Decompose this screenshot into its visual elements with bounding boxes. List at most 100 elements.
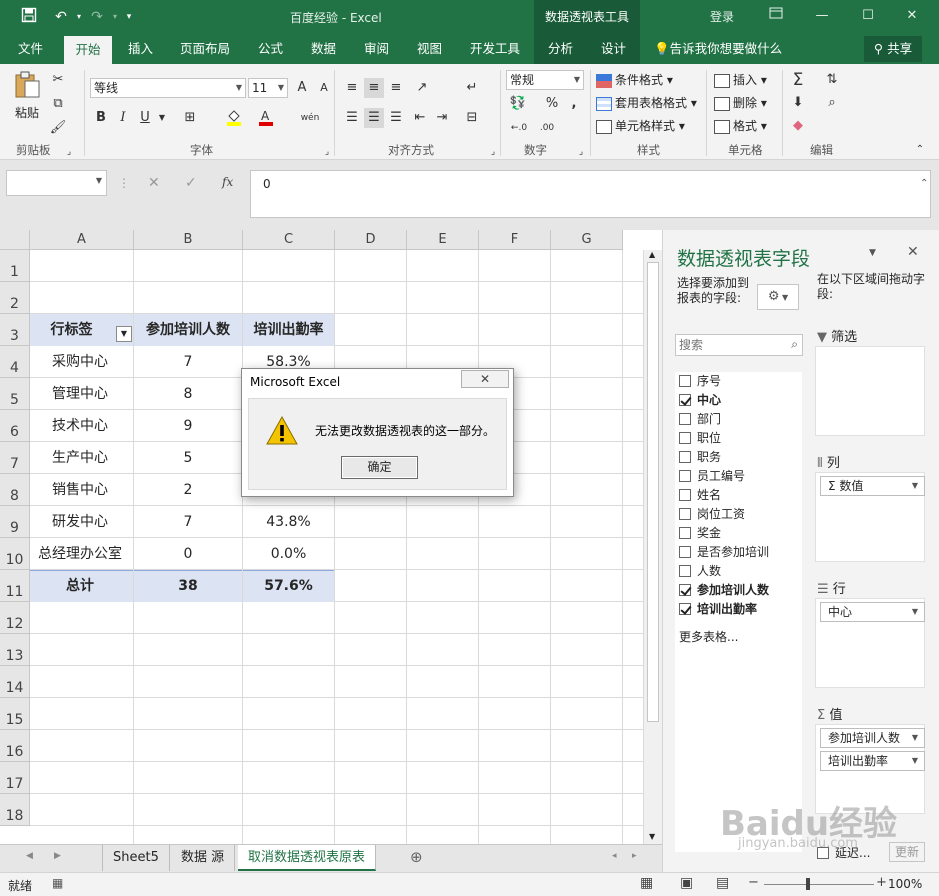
paste-button[interactable]: 粘贴 [10, 70, 44, 120]
scroll-up-icon[interactable]: ▲ [649, 250, 655, 259]
tab-page-layout[interactable]: 页面布局 [174, 34, 236, 64]
field-checkbox[interactable] [679, 565, 691, 577]
row-header-3[interactable]: 3 [0, 314, 30, 346]
pivot-data-cell[interactable]: 生产中心 [30, 442, 133, 474]
maximize-icon[interactable]: ☐ [857, 6, 879, 26]
rows-zone[interactable]: 中心 ▼ [815, 598, 925, 688]
share-button[interactable]: ⚲ 共享 [864, 36, 922, 62]
tab-analyze[interactable]: 分析 [534, 34, 587, 64]
row-header-12[interactable]: 12 [0, 602, 30, 634]
format-painter-icon[interactable]: 🖌 [48, 118, 68, 138]
column-header-f[interactable]: F [479, 230, 551, 250]
pivot-data-cell[interactable]: 7 [134, 346, 242, 378]
columns-chip-values[interactable]: Σ 数值 ▼ [820, 476, 925, 496]
ok-button[interactable]: 确定 [341, 456, 418, 479]
wrap-text-icon[interactable]: ↵ [462, 78, 482, 98]
pivot-data-cell[interactable]: 总经理办公室 [30, 538, 133, 570]
row-header-9[interactable]: 9 [0, 506, 30, 538]
filters-zone[interactable] [815, 346, 925, 436]
update-button[interactable]: 更新 [889, 842, 925, 862]
increase-decimal-icon[interactable]: ←.0 [506, 118, 532, 138]
row-labels-filter-button[interactable]: ▼ [116, 326, 132, 342]
field-search-box[interactable]: ⌕ [675, 334, 803, 356]
pivot-data-cell[interactable]: 2 [134, 474, 242, 506]
save-icon[interactable] [18, 7, 40, 27]
pivot-data-cell[interactable]: 5 [134, 442, 242, 474]
field-checkbox[interactable] [679, 603, 691, 615]
scroll-down-icon[interactable]: ▼ [649, 832, 655, 841]
page-break-view-icon[interactable]: ▤ [716, 875, 729, 891]
align-bottom-icon[interactable]: ≡ [386, 78, 406, 98]
italic-icon[interactable]: I [113, 108, 133, 128]
align-top-icon[interactable]: ≡ [342, 78, 362, 98]
columns-zone[interactable]: Σ 数值 ▼ [815, 472, 925, 562]
field-checkbox[interactable] [679, 489, 691, 501]
select-all-corner[interactable] [0, 230, 30, 250]
pivot-data-cell[interactable]: 销售中心 [30, 474, 133, 506]
field-item[interactable]: 姓名 [679, 486, 721, 505]
fill-icon[interactable]: ⬇ [788, 93, 808, 113]
copy-icon[interactable]: ⧉ [48, 94, 68, 114]
pivot-total-cell[interactable]: 57.6% [243, 570, 334, 602]
zoom-level[interactable]: 100% [888, 877, 922, 891]
login-link[interactable]: 登录 [710, 8, 734, 25]
shrink-font-icon[interactable]: A [314, 78, 334, 98]
field-item[interactable]: 职位 [679, 429, 721, 448]
field-item[interactable]: 员工编号 [679, 467, 745, 486]
rows-chip-center[interactable]: 中心 ▼ [820, 602, 925, 622]
pivot-data-cell[interactable]: 采购中心 [30, 346, 133, 378]
field-checkbox[interactable] [679, 470, 691, 482]
zoom-slider-track[interactable] [764, 884, 874, 885]
row-header-4[interactable]: 4 [0, 346, 30, 378]
font-name-combo[interactable]: 等线 ▼ [90, 78, 246, 98]
row-header-16[interactable]: 16 [0, 730, 30, 762]
tab-developer[interactable]: 开发工具 [464, 34, 526, 64]
field-item[interactable]: 中心 [679, 391, 721, 410]
tab-formulas[interactable]: 公式 [252, 34, 289, 64]
layout-settings-button[interactable]: ⚙ ▼ [757, 284, 799, 310]
field-item[interactable]: 部门 [679, 410, 721, 429]
panel-options-icon[interactable]: ▼ [869, 248, 876, 258]
zoom-out-icon[interactable]: − [748, 875, 759, 890]
sheet-tab-active[interactable]: 取消数据透视表原表 [238, 845, 377, 871]
cut-icon[interactable]: ✂ [48, 70, 68, 90]
field-checkbox[interactable] [679, 375, 691, 387]
field-item[interactable]: 岗位工资 [679, 505, 745, 524]
cell-styles-button[interactable]: 单元格样式 ▾ [596, 116, 685, 136]
column-header-d[interactable]: D [335, 230, 407, 250]
zoom-slider-thumb[interactable] [806, 878, 810, 890]
align-middle-icon[interactable]: ≡ [364, 78, 384, 98]
grow-font-icon[interactable]: A [292, 78, 312, 98]
row-header-2[interactable]: 2 [0, 282, 30, 314]
field-checkbox[interactable] [679, 508, 691, 520]
normal-view-icon[interactable]: ▦ [640, 875, 653, 891]
row-header-8[interactable]: 8 [0, 474, 30, 506]
font-launcher-icon[interactable]: ⌟ [322, 142, 332, 162]
column-header-a[interactable]: A [30, 230, 134, 250]
tab-insert[interactable]: 插入 [122, 34, 159, 64]
collapse-ribbon-icon[interactable]: ⌃ [910, 140, 930, 160]
fill-color-icon[interactable] [224, 108, 244, 128]
field-item[interactable]: 奖金 [679, 524, 721, 543]
field-item[interactable]: 参加培训人数 [679, 581, 769, 600]
number-format-combo[interactable]: 常规 ▼ [506, 70, 584, 90]
pivot-header-cell[interactable]: 参加培训人数 [134, 314, 242, 346]
border-icon[interactable]: ⊞ [180, 108, 200, 128]
tab-view[interactable]: 视图 [411, 34, 448, 64]
find-select-icon[interactable]: ⌕ [822, 93, 842, 113]
align-right-icon[interactable]: ☰ [386, 108, 406, 128]
field-item[interactable]: 培训出勤率 [679, 600, 757, 619]
field-search-input[interactable] [676, 335, 776, 355]
increase-indent-icon[interactable]: ⇥ [432, 108, 452, 128]
page-layout-view-icon[interactable]: ▣ [680, 875, 693, 891]
vertical-scrollbar[interactable]: ▲ ▼ [643, 250, 662, 844]
values-chip-participants[interactable]: 参加培训人数 ▼ [820, 728, 925, 748]
autosum-icon[interactable]: Σ [788, 70, 808, 90]
row-header-10[interactable]: 10 [0, 538, 30, 570]
sheet-tab-sheet5[interactable]: Sheet5 [102, 845, 170, 871]
field-checkbox[interactable] [679, 584, 691, 596]
panel-close-icon[interactable]: ✕ [907, 244, 919, 260]
pivot-data-cell[interactable]: 43.8% [243, 506, 334, 538]
pivot-header-cell[interactable]: 培训出勤率 [243, 314, 334, 346]
values-chip-attendance[interactable]: 培训出勤率 ▼ [820, 751, 925, 771]
